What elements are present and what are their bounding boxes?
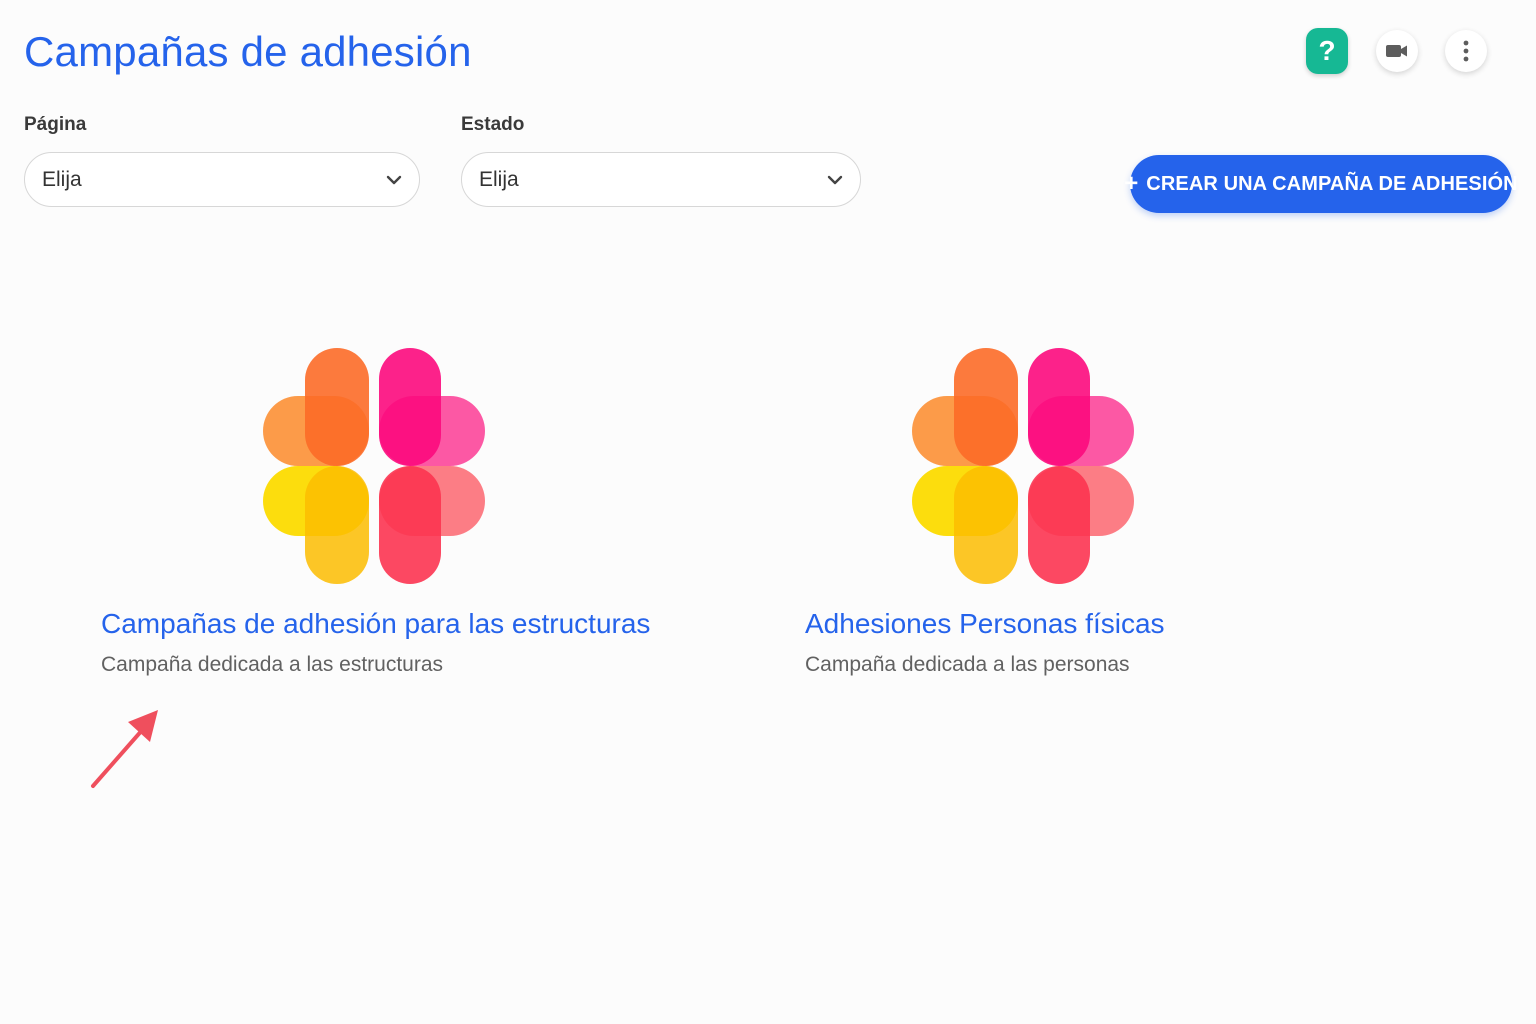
flower-logo-icon bbox=[263, 348, 485, 584]
video-button[interactable] bbox=[1376, 30, 1418, 72]
video-camera-icon bbox=[1386, 45, 1407, 57]
create-campaign-button[interactable]: + CREAR UNA CAMPAÑA DE ADHESIÓN bbox=[1124, 155, 1518, 213]
campaign-subtitle: Campaña dedicada a las personas bbox=[805, 653, 1130, 676]
campaign-subtitle: Campaña dedicada a las estructuras bbox=[101, 653, 444, 676]
filter-label-estado: Estado bbox=[461, 114, 525, 135]
more-options-button[interactable] bbox=[1445, 30, 1487, 72]
help-button[interactable]: ? bbox=[1306, 28, 1348, 74]
campaign-card-estructuras[interactable]: Campañas de adhesión para las estructura… bbox=[101, 340, 721, 700]
question-icon: ? bbox=[1318, 35, 1336, 66]
campaign-title[interactable]: Campañas de adhesión para las estructura… bbox=[101, 608, 650, 640]
top-actions: ? bbox=[1306, 28, 1487, 74]
select-pagina[interactable]: Elija bbox=[24, 152, 420, 207]
create-campaign-label: CREAR UNA CAMPAÑA DE ADHESIÓN bbox=[1146, 172, 1518, 195]
annotation-arrow-icon bbox=[91, 710, 158, 788]
plus-icon: + bbox=[1124, 170, 1139, 197]
campaign-title[interactable]: Adhesiones Personas físicas bbox=[805, 608, 1165, 640]
chevron-down-icon bbox=[386, 175, 402, 184]
campaign-card-personas[interactable]: Adhesiones Personas físicas Campaña dedi… bbox=[805, 340, 1425, 700]
page-title: Campañas de adhesión bbox=[24, 28, 472, 75]
select-estado[interactable]: Elija bbox=[461, 152, 861, 207]
more-vertical-icon bbox=[1463, 40, 1469, 62]
filter-label-pagina: Página bbox=[24, 114, 87, 135]
chevron-down-icon bbox=[827, 175, 843, 184]
select-pagina-value: Elija bbox=[42, 167, 82, 191]
flower-logo-icon bbox=[912, 348, 1134, 584]
select-estado-value: Elija bbox=[479, 167, 519, 191]
